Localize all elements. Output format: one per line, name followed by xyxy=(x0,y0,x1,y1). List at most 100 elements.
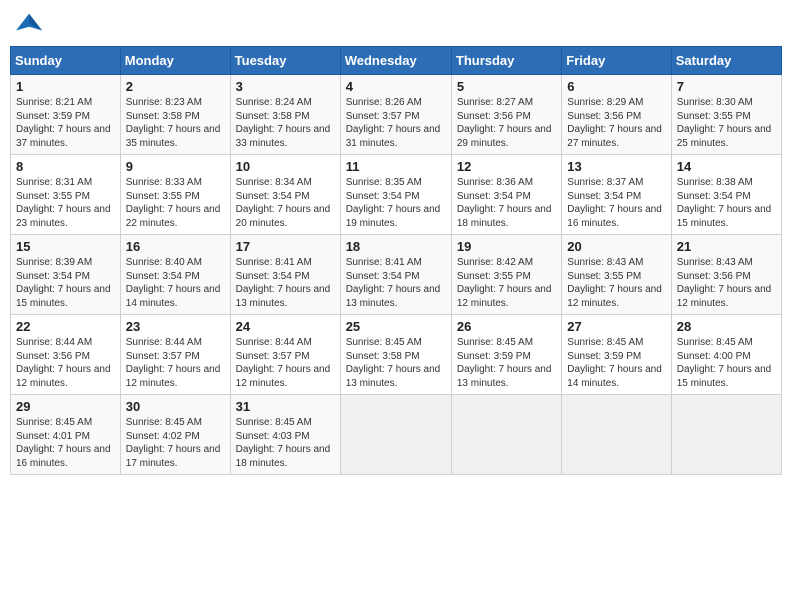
calendar-cell: 20 Sunrise: 8:43 AM Sunset: 3:55 PM Dayli… xyxy=(562,235,671,315)
calendar-table: SundayMondayTuesdayWednesdayThursdayFrid… xyxy=(10,46,782,475)
day-number: 22 xyxy=(16,319,115,334)
day-info: Sunrise: 8:24 AM Sunset: 3:58 PM Dayligh… xyxy=(236,96,335,150)
calendar-week-row: 29 Sunrise: 8:45 AM Sunset: 4:01 PM Dayli… xyxy=(11,395,782,475)
column-header-saturday: Saturday xyxy=(671,47,781,75)
day-number: 29 xyxy=(16,399,115,414)
day-number: 19 xyxy=(457,239,556,254)
day-number: 16 xyxy=(126,239,225,254)
day-info: Sunrise: 8:29 AM Sunset: 3:56 PM Dayligh… xyxy=(567,96,665,150)
day-number: 17 xyxy=(236,239,335,254)
day-info: Sunrise: 8:45 AM Sunset: 4:03 PM Dayligh… xyxy=(236,416,335,470)
day-number: 28 xyxy=(677,319,776,334)
calendar-cell: 30 Sunrise: 8:45 AM Sunset: 4:02 PM Dayli… xyxy=(120,395,230,475)
calendar-cell xyxy=(340,395,451,475)
day-number: 1 xyxy=(16,79,115,94)
column-header-sunday: Sunday xyxy=(11,47,121,75)
calendar-cell: 6 Sunrise: 8:29 AM Sunset: 3:56 PM Daylig… xyxy=(562,75,671,155)
day-number: 6 xyxy=(567,79,665,94)
calendar-cell: 5 Sunrise: 8:27 AM Sunset: 3:56 PM Daylig… xyxy=(451,75,561,155)
day-number: 3 xyxy=(236,79,335,94)
column-header-thursday: Thursday xyxy=(451,47,561,75)
calendar-cell: 10 Sunrise: 8:34 AM Sunset: 3:54 PM Dayli… xyxy=(230,155,340,235)
day-number: 31 xyxy=(236,399,335,414)
day-info: Sunrise: 8:44 AM Sunset: 3:57 PM Dayligh… xyxy=(236,336,335,390)
calendar-cell: 16 Sunrise: 8:40 AM Sunset: 3:54 PM Dayli… xyxy=(120,235,230,315)
day-info: Sunrise: 8:45 AM Sunset: 3:59 PM Dayligh… xyxy=(457,336,556,390)
day-info: Sunrise: 8:41 AM Sunset: 3:54 PM Dayligh… xyxy=(346,256,446,310)
calendar-cell: 11Sunrise: 8:35 AM Sunset: 3:54 PM Dayli… xyxy=(340,155,451,235)
day-info: Sunrise: 8:26 AM Sunset: 3:57 PM Dayligh… xyxy=(346,96,446,150)
calendar-week-row: 1 Sunrise: 8:21 AM Sunset: 3:59 PM Daylig… xyxy=(11,75,782,155)
day-info: Sunrise: 8:36 AM Sunset: 3:54 PM Dayligh… xyxy=(457,176,556,230)
calendar-week-row: 22Sunrise: 8:44 AM Sunset: 3:56 PM Dayli… xyxy=(11,315,782,395)
calendar-cell: 31 Sunrise: 8:45 AM Sunset: 4:03 PM Dayli… xyxy=(230,395,340,475)
day-number: 4 xyxy=(346,79,446,94)
calendar-cell xyxy=(451,395,561,475)
calendar-cell: 21 Sunrise: 8:43 AM Sunset: 3:56 PM Dayli… xyxy=(671,235,781,315)
day-number: 2 xyxy=(126,79,225,94)
calendar-cell: 28 Sunrise: 8:45 AM Sunset: 4:00 PM Dayli… xyxy=(671,315,781,395)
day-info: Sunrise: 8:42 AM Sunset: 3:55 PM Dayligh… xyxy=(457,256,556,310)
day-number: 24 xyxy=(236,319,335,334)
day-number: 11 xyxy=(346,159,446,174)
calendar-cell: 9Sunrise: 8:33 AM Sunset: 3:55 PM Daylig… xyxy=(120,155,230,235)
calendar-cell: 18 Sunrise: 8:41 AM Sunset: 3:54 PM Dayli… xyxy=(340,235,451,315)
day-info: Sunrise: 8:45 AM Sunset: 3:58 PM Dayligh… xyxy=(346,336,446,390)
logo-icon xyxy=(16,10,44,38)
column-header-friday: Friday xyxy=(562,47,671,75)
day-info: Sunrise: 8:44 AM Sunset: 3:57 PM Dayligh… xyxy=(126,336,225,390)
calendar-cell: 15 Sunrise: 8:39 AM Sunset: 3:54 PM Dayli… xyxy=(11,235,121,315)
day-info: Sunrise: 8:23 AM Sunset: 3:58 PM Dayligh… xyxy=(126,96,225,150)
day-info: Sunrise: 8:21 AM Sunset: 3:59 PM Dayligh… xyxy=(16,96,115,150)
day-info: Sunrise: 8:45 AM Sunset: 4:02 PM Dayligh… xyxy=(126,416,225,470)
calendar-header-row: SundayMondayTuesdayWednesdayThursdayFrid… xyxy=(11,47,782,75)
day-info: Sunrise: 8:37 AM Sunset: 3:54 PM Dayligh… xyxy=(567,176,665,230)
day-number: 20 xyxy=(567,239,665,254)
day-number: 12 xyxy=(457,159,556,174)
column-header-wednesday: Wednesday xyxy=(340,47,451,75)
column-header-tuesday: Tuesday xyxy=(230,47,340,75)
day-info: Sunrise: 8:45 AM Sunset: 4:01 PM Dayligh… xyxy=(16,416,115,470)
day-info: Sunrise: 8:39 AM Sunset: 3:54 PM Dayligh… xyxy=(16,256,115,310)
day-number: 5 xyxy=(457,79,556,94)
day-number: 23 xyxy=(126,319,225,334)
calendar-cell: 7Sunrise: 8:30 AM Sunset: 3:55 PM Daylig… xyxy=(671,75,781,155)
calendar-cell: 19 Sunrise: 8:42 AM Sunset: 3:55 PM Dayli… xyxy=(451,235,561,315)
day-number: 26 xyxy=(457,319,556,334)
day-info: Sunrise: 8:27 AM Sunset: 3:56 PM Dayligh… xyxy=(457,96,556,150)
calendar-cell: 1 Sunrise: 8:21 AM Sunset: 3:59 PM Daylig… xyxy=(11,75,121,155)
day-info: Sunrise: 8:43 AM Sunset: 3:55 PM Dayligh… xyxy=(567,256,665,310)
calendar-cell: 25 Sunrise: 8:45 AM Sunset: 3:58 PM Dayli… xyxy=(340,315,451,395)
day-number: 25 xyxy=(346,319,446,334)
day-info: Sunrise: 8:45 AM Sunset: 4:00 PM Dayligh… xyxy=(677,336,776,390)
logo xyxy=(14,10,44,38)
calendar-cell: 26 Sunrise: 8:45 AM Sunset: 3:59 PM Dayli… xyxy=(451,315,561,395)
day-info: Sunrise: 8:45 AM Sunset: 3:59 PM Dayligh… xyxy=(567,336,665,390)
day-info: Sunrise: 8:33 AM Sunset: 3:55 PM Dayligh… xyxy=(126,176,225,230)
day-info: Sunrise: 8:41 AM Sunset: 3:54 PM Dayligh… xyxy=(236,256,335,310)
calendar-cell: 24 Sunrise: 8:44 AM Sunset: 3:57 PM Dayli… xyxy=(230,315,340,395)
day-number: 15 xyxy=(16,239,115,254)
day-info: Sunrise: 8:38 AM Sunset: 3:54 PM Dayligh… xyxy=(677,176,776,230)
calendar-cell: 2 Sunrise: 8:23 AM Sunset: 3:58 PM Daylig… xyxy=(120,75,230,155)
day-info: Sunrise: 8:40 AM Sunset: 3:54 PM Dayligh… xyxy=(126,256,225,310)
day-number: 10 xyxy=(236,159,335,174)
day-number: 30 xyxy=(126,399,225,414)
day-number: 7 xyxy=(677,79,776,94)
day-number: 8 xyxy=(16,159,115,174)
day-number: 13 xyxy=(567,159,665,174)
calendar-cell: 4 Sunrise: 8:26 AM Sunset: 3:57 PM Daylig… xyxy=(340,75,451,155)
day-info: Sunrise: 8:43 AM Sunset: 3:56 PM Dayligh… xyxy=(677,256,776,310)
calendar-week-row: 8Sunrise: 8:31 AM Sunset: 3:55 PM Daylig… xyxy=(11,155,782,235)
page-header xyxy=(10,10,782,38)
day-number: 14 xyxy=(677,159,776,174)
day-number: 18 xyxy=(346,239,446,254)
calendar-cell: 3 Sunrise: 8:24 AM Sunset: 3:58 PM Daylig… xyxy=(230,75,340,155)
calendar-cell: 22Sunrise: 8:44 AM Sunset: 3:56 PM Dayli… xyxy=(11,315,121,395)
calendar-cell: 12 Sunrise: 8:36 AM Sunset: 3:54 PM Dayli… xyxy=(451,155,561,235)
calendar-cell: 8Sunrise: 8:31 AM Sunset: 3:55 PM Daylig… xyxy=(11,155,121,235)
day-number: 21 xyxy=(677,239,776,254)
day-info: Sunrise: 8:34 AM Sunset: 3:54 PM Dayligh… xyxy=(236,176,335,230)
calendar-cell: 17 Sunrise: 8:41 AM Sunset: 3:54 PM Dayli… xyxy=(230,235,340,315)
calendar-cell: 13 Sunrise: 8:37 AM Sunset: 3:54 PM Dayli… xyxy=(562,155,671,235)
